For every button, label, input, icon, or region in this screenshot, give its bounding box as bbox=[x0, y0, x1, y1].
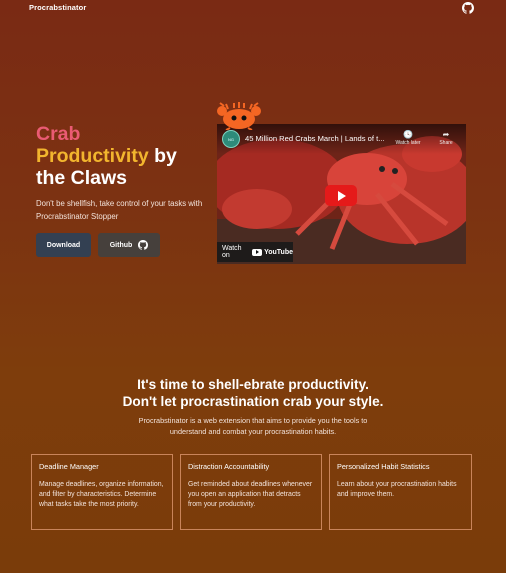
share-icon: ➦ bbox=[442, 130, 450, 139]
feature-card-body: Manage deadlines, organize information, … bbox=[39, 481, 164, 508]
channel-avatar[interactable]: NG bbox=[222, 130, 240, 148]
github-icon[interactable] bbox=[462, 2, 474, 14]
download-button-label: Download bbox=[46, 241, 81, 249]
youtube-label: YouTube bbox=[264, 248, 293, 256]
youtube-logo: YouTube bbox=[252, 248, 293, 256]
feature-card-body: Learn about your procrastination habits … bbox=[337, 481, 457, 498]
hero-title: Crab Productivity by the Claws bbox=[36, 123, 226, 189]
clock-icon: 🕓 bbox=[403, 130, 413, 139]
watch-later-button[interactable]: 🕓 Watch later bbox=[393, 130, 423, 146]
hero-title-by: by bbox=[148, 145, 177, 167]
crab-mascot-icon bbox=[217, 102, 261, 130]
feature-card-title: Deadline Manager bbox=[39, 462, 99, 471]
brand-logo-text[interactable]: Procrabstinator bbox=[29, 3, 86, 12]
share-label: Share bbox=[439, 140, 453, 146]
feature-card-title: Distraction Accountability bbox=[188, 462, 270, 471]
play-icon bbox=[338, 190, 346, 201]
hero-subtitle: Don't be shellfish, take control of your… bbox=[36, 199, 203, 221]
video-embed[interactable]: NG 45 Million Red Crabs March | Lands of… bbox=[217, 124, 466, 264]
section-subtitle: Procrabstinator is a web extension that … bbox=[138, 416, 368, 436]
section-title-line1: It's time to shell-ebrate productivity. bbox=[137, 377, 369, 392]
github-icon bbox=[138, 240, 149, 250]
youtube-icon bbox=[252, 248, 263, 256]
feature-card-distraction-accountability: Distraction Accountability Get reminded … bbox=[180, 454, 322, 530]
feature-card-deadline-manager: Deadline Manager Manage deadlines, organ… bbox=[31, 454, 173, 530]
watch-on-label: Watch on bbox=[222, 245, 242, 259]
play-button[interactable] bbox=[325, 185, 357, 206]
watch-on-youtube-button[interactable]: Watch on YouTube bbox=[217, 242, 293, 262]
video-title[interactable]: 45 Million Red Crabs March | Lands of t.… bbox=[245, 134, 385, 143]
section-title: It's time to shell-ebrate productivity. … bbox=[0, 376, 506, 410]
github-button[interactable]: Github bbox=[98, 233, 160, 257]
section-title-line2: Don't let procrastination crab your styl… bbox=[122, 394, 384, 409]
watch-later-label: Watch later bbox=[395, 140, 421, 146]
share-button[interactable]: ➦ Share bbox=[431, 130, 461, 146]
hero-title-line3: the Claws bbox=[36, 167, 128, 189]
feature-card-title: Personalized Habit Statistics bbox=[337, 462, 430, 471]
hero-title-highlight: Productivity bbox=[36, 145, 149, 167]
feature-card-body: Get reminded about deadlines whenever yo… bbox=[188, 481, 313, 508]
hero-title-line1: Crab bbox=[36, 123, 81, 145]
download-button[interactable]: Download bbox=[36, 233, 91, 257]
feature-card-habit-statistics: Personalized Habit Statistics Learn abou… bbox=[329, 454, 472, 530]
github-button-label: Github bbox=[109, 241, 133, 249]
